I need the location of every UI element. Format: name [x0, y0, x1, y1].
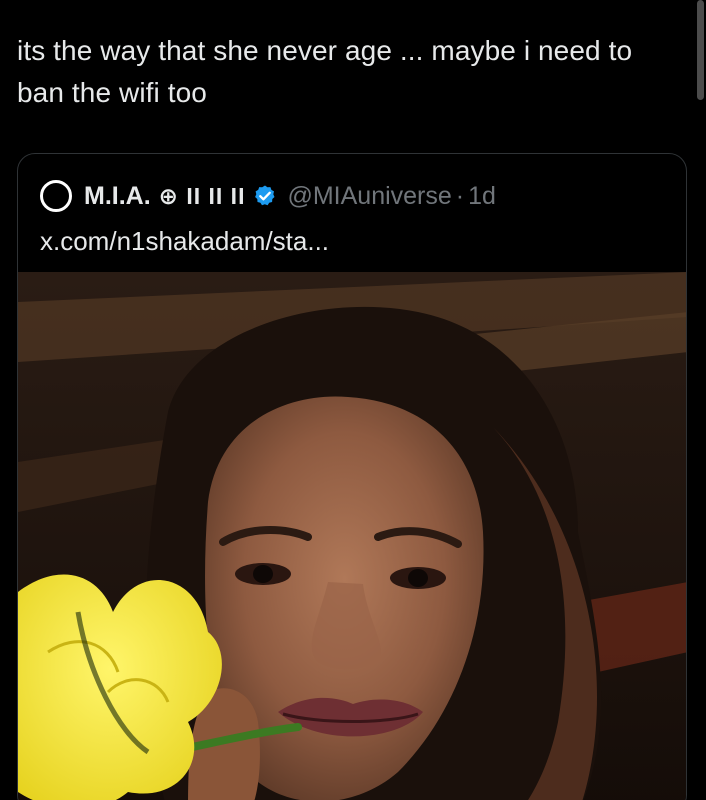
separator-dot: · [455, 181, 465, 210]
quoted-tweet-text[interactable]: x.com/n1shakadam/sta... [40, 226, 329, 257]
display-name-extra: ⊕ II II II [158, 182, 246, 209]
quoted-tweet-card[interactable]: M.I.A. ⊕ II II II @MIAuniverse · 1d x.co… [17, 153, 687, 800]
scrollbar[interactable] [697, 0, 704, 100]
quoted-tweet-header: M.I.A. ⊕ II II II @MIAuniverse · 1d [40, 178, 496, 214]
avatar[interactable] [40, 180, 72, 212]
photo-illustration [18, 272, 686, 800]
tweet-photo[interactable] [18, 272, 686, 800]
display-name[interactable]: M.I.A. [84, 182, 151, 211]
tweet-text: its the way that she never age ... maybe… [17, 35, 633, 108]
timestamp[interactable]: 1d [468, 182, 496, 211]
handle[interactable]: @MIAuniverse [287, 182, 451, 211]
verified-badge-icon [253, 184, 277, 208]
